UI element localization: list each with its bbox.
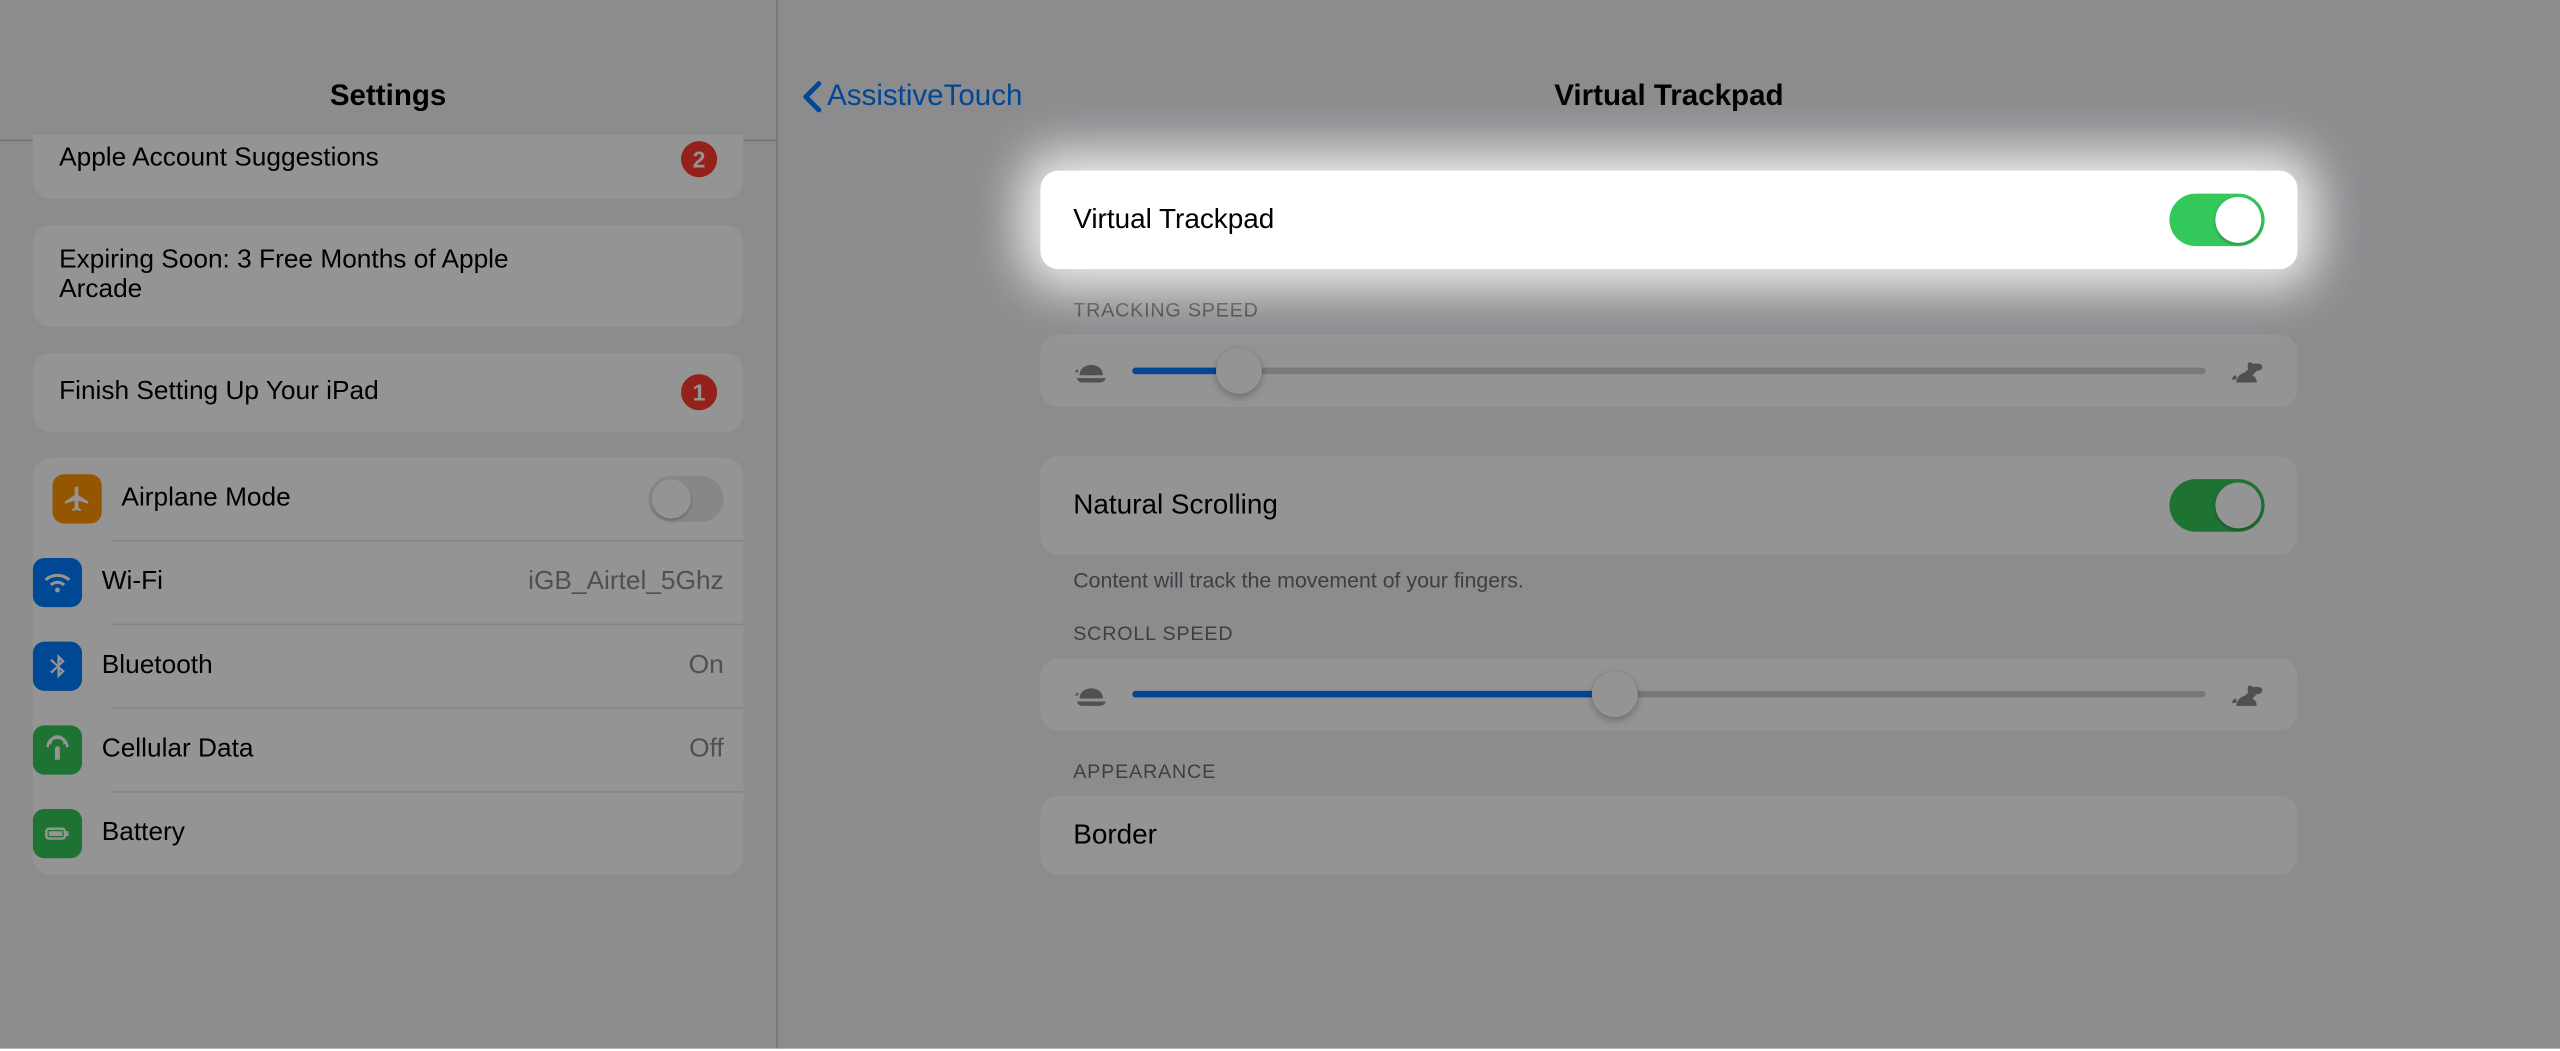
scroll-speed-thumb[interactable] — [1592, 671, 1638, 717]
tortoise-icon — [1073, 358, 1109, 384]
airplane-toggle[interactable] — [648, 476, 723, 522]
tracking-speed-group — [1040, 335, 2297, 407]
battery-label: Battery — [102, 819, 185, 849]
settings-title: Settings — [0, 0, 776, 141]
natural-scrolling-group: Natural Scrolling — [1040, 456, 2297, 554]
airplane-label: Airplane Mode — [121, 484, 290, 514]
arcade-promo-card[interactable]: Expiring Soon: 3 Free Months of Apple Ar… — [33, 225, 744, 327]
chevron-left-icon — [801, 80, 824, 113]
detail-pane: AssistiveTouch Virtual Trackpad Virtual … — [778, 0, 2560, 1049]
apple-account-suggestions-label: Apple Account Suggestions — [59, 144, 379, 174]
tortoise-icon — [1073, 681, 1109, 707]
tracking-speed-thumb[interactable] — [1217, 348, 1263, 394]
virtual-trackpad-row[interactable]: Virtual Trackpad — [1040, 171, 2297, 269]
page-title: Virtual Trackpad — [1554, 79, 1783, 113]
hare-icon — [2229, 358, 2265, 384]
natural-scrolling-row[interactable]: Natural Scrolling — [1040, 456, 2297, 554]
virtual-trackpad-label: Virtual Trackpad — [1073, 203, 1274, 236]
appearance-group: Border — [1040, 796, 2297, 875]
scroll-speed-slider[interactable] — [1040, 658, 2297, 730]
airplane-icon — [53, 474, 102, 523]
cellular-icon — [33, 725, 82, 774]
wifi-value: iGB_Airtel_5Ghz — [528, 568, 724, 598]
cellular-label: Cellular Data — [102, 735, 254, 765]
nav-bar: AssistiveTouch Virtual Trackpad — [778, 0, 2560, 141]
tracking-speed-header: TRACKING SPEED — [1040, 269, 2297, 335]
bluetooth-icon — [33, 642, 82, 691]
wifi-settings-icon — [33, 558, 82, 607]
battery-settings-icon — [33, 809, 82, 858]
sidebar-item-wifi[interactable]: Wi-Fi iGB_Airtel_5Ghz — [112, 540, 744, 624]
settings-sidebar: Settings Apple Account Suggestions 2 Exp… — [0, 0, 778, 1049]
sidebar-item-airplane[interactable]: Airplane Mode — [33, 458, 744, 540]
appearance-header: APPEARANCE — [1040, 730, 2297, 796]
sidebar-item-bluetooth[interactable]: Bluetooth On — [112, 624, 744, 708]
natural-scrolling-toggle[interactable] — [2169, 479, 2264, 532]
back-button[interactable]: AssistiveTouch — [801, 79, 1023, 113]
suggestions-count-badge: 2 — [681, 141, 717, 177]
finish-setup-card[interactable]: Finish Setting Up Your iPad 1 — [33, 353, 744, 432]
natural-scrolling-label: Natural Scrolling — [1073, 489, 1278, 522]
bluetooth-value: On — [689, 651, 724, 681]
virtual-trackpad-toggle[interactable] — [2169, 194, 2264, 247]
finish-setup-badge: 1 — [681, 374, 717, 410]
tracking-speed-slider[interactable] — [1040, 335, 2297, 407]
hare-icon — [2229, 681, 2265, 707]
finish-setup-label: Finish Setting Up Your iPad — [59, 377, 379, 407]
wifi-label: Wi-Fi — [102, 568, 163, 598]
cellular-value: Off — [689, 735, 724, 765]
natural-scrolling-footer: Content will track the movement of your … — [1040, 555, 2297, 593]
border-row[interactable]: Border — [1040, 796, 2297, 875]
back-label: AssistiveTouch — [827, 79, 1022, 113]
sidebar-item-battery[interactable]: Battery — [112, 791, 744, 875]
scroll-speed-group — [1040, 658, 2297, 730]
connectivity-card: Airplane Mode Wi-Fi iGB_Airtel_5Ghz — [33, 458, 744, 875]
scroll-speed-header: SCROLL SPEED — [1040, 592, 2297, 658]
border-label: Border — [1073, 819, 1157, 852]
bluetooth-label: Bluetooth — [102, 651, 213, 681]
sidebar-item-cellular[interactable]: Cellular Data Off — [112, 707, 744, 791]
virtual-trackpad-group: Virtual Trackpad — [1040, 171, 2297, 269]
apple-account-suggestions-card[interactable]: Apple Account Suggestions 2 — [33, 135, 744, 199]
arcade-promo-label: Expiring Soon: 3 Free Months of Apple Ar… — [59, 246, 551, 305]
